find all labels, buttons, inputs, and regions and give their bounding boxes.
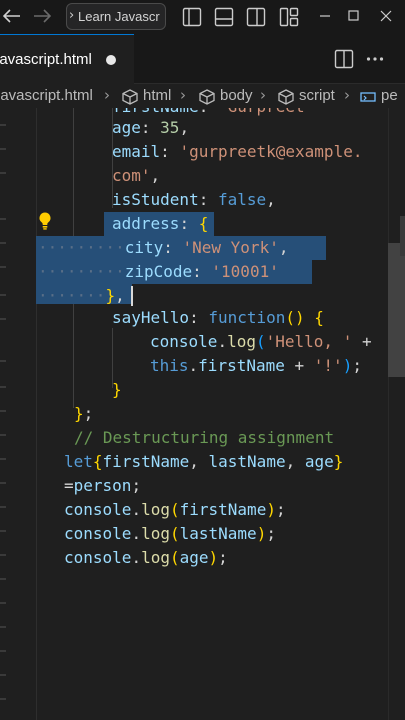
toggle-sidebar-icon[interactable] — [182, 7, 202, 27]
variable-icon — [360, 92, 376, 102]
breadcrumb-person[interactable]: pe — [381, 87, 398, 104]
breadcrumb-file[interactable]: javascript.html — [0, 87, 93, 104]
gutter-tick — [0, 124, 6, 126]
gutter-tick — [0, 218, 6, 220]
scrollbar-thumb[interactable] — [388, 243, 405, 377]
search-text: Learn Javascr — [78, 9, 160, 24]
gutter-tick — [0, 650, 6, 652]
code-line-sayhello: sayHello: function() { — [112, 308, 324, 327]
gutter-tick — [0, 530, 6, 532]
toggle-panel-icon[interactable] — [214, 7, 234, 27]
code-line-func-close: } — [112, 380, 122, 399]
gutter-tick — [0, 482, 6, 484]
code-line-log-firstname: console.log(firstName); — [64, 500, 286, 519]
gutter-tick — [0, 266, 6, 268]
gutter-divider — [36, 108, 37, 720]
gutter-tick — [0, 410, 6, 412]
arrow-right-icon[interactable] — [31, 5, 53, 27]
code-line-city: ·········city: 'New York', — [38, 238, 289, 257]
code-line-email: email: 'gurpreetk@example. — [112, 142, 363, 161]
code-line-address-close: ·······}, — [38, 286, 125, 305]
maximize-icon[interactable] — [348, 10, 360, 22]
scrollbar-marker — [400, 216, 405, 256]
gutter-tick — [0, 148, 6, 150]
gutter-tick — [0, 698, 6, 700]
editor-tab-bar: javascript.html — [0, 34, 405, 84]
chevron-right-icon: › — [69, 8, 75, 23]
vertical-scrollbar[interactable] — [388, 108, 405, 720]
code-line-isstudent: isStudent: false, — [112, 190, 276, 209]
toggle-secondary-sidebar-icon[interactable] — [246, 7, 266, 27]
gutter-tick — [0, 386, 6, 388]
code-line-log-lastname: console.log(lastName); — [64, 524, 276, 543]
gutter-tick — [0, 172, 6, 174]
gutter-tick — [0, 578, 6, 580]
breadcrumb: javascript.html › html › body › script ›… — [0, 84, 405, 108]
chevron-right-icon: › — [180, 86, 186, 104]
title-bar: › Learn Javascr — [0, 0, 405, 34]
code-line-this-firstname: this.firstName + '!'); — [150, 356, 362, 375]
chevron-right-icon: › — [260, 86, 266, 104]
customize-layout-icon[interactable] — [279, 7, 299, 27]
code-line-age: age: 35, — [112, 118, 190, 137]
code-line-person: =person; — [64, 476, 142, 495]
code-line-email-wrap: com', — [112, 166, 161, 185]
gutter-tick — [0, 434, 6, 436]
text-cursor — [131, 286, 133, 306]
more-actions-icon[interactable] — [366, 56, 384, 62]
gutter-tick — [0, 602, 6, 604]
breadcrumb-body[interactable]: body — [220, 87, 253, 104]
gutter-tick — [0, 318, 6, 320]
script-element-icon — [278, 89, 294, 105]
gutter-tick — [0, 674, 6, 676]
code-line-log-age: console.log(age); — [64, 548, 228, 567]
gutter-tick — [0, 506, 6, 508]
gutter-tick — [0, 626, 6, 628]
unsaved-dot-icon[interactable] — [106, 55, 116, 65]
code-line-zipcode: ·········zipCode: '10001' — [38, 262, 279, 281]
minimize-icon[interactable] — [318, 9, 332, 23]
gutter-tick — [0, 360, 6, 362]
breadcrumb-html[interactable]: html — [143, 87, 171, 104]
gutter-tick — [0, 294, 6, 296]
chevron-right-icon: › — [104, 86, 110, 104]
code-line-address: address: { — [112, 214, 209, 233]
arrow-left-icon[interactable] — [1, 5, 23, 27]
tab-label: javascript.html — [0, 51, 92, 68]
tab-javascript-html[interactable]: javascript.html — [0, 34, 134, 84]
lightbulb-icon[interactable] — [37, 211, 53, 231]
breadcrumb-script[interactable]: script — [299, 87, 335, 104]
code-editor[interactable]: firstName: 'Gurpreet' age: 35, email: 'g… — [0, 108, 405, 720]
body-element-icon — [199, 89, 215, 105]
split-editor-icon[interactable] — [334, 49, 354, 69]
html-element-icon — [122, 89, 138, 105]
code-line-comment: // Destructuring assignment — [74, 428, 335, 447]
gutter-tick — [0, 242, 6, 244]
code-line-object-close: }; — [74, 404, 94, 423]
command-center-search[interactable]: › Learn Javascr — [66, 3, 166, 30]
gutter-tick — [0, 554, 6, 556]
chevron-right-icon: › — [344, 86, 350, 104]
gutter-tick — [0, 458, 6, 460]
code-line-console-hello: console.log('Hello, ' + — [150, 332, 372, 351]
close-icon[interactable] — [379, 9, 393, 23]
code-line-let: let{firstName, lastName, age} — [64, 452, 344, 471]
